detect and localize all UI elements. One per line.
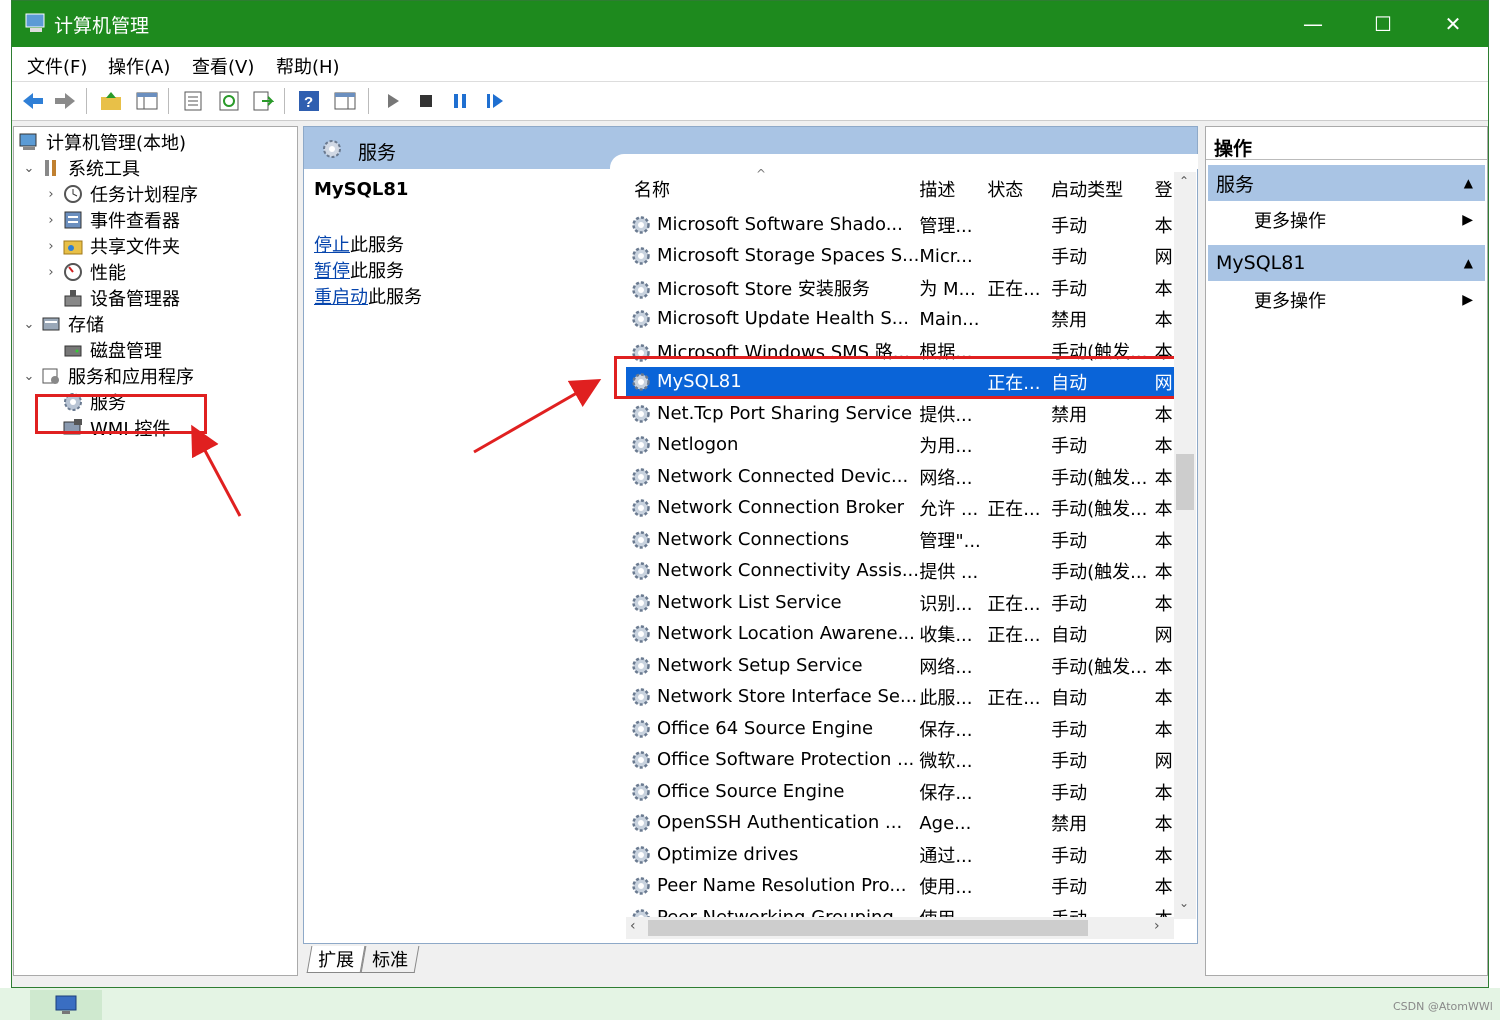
annotation-arrow-to-mysql xyxy=(473,379,602,454)
annotation-arrows xyxy=(191,379,602,517)
annotation-arrow-to-services xyxy=(191,424,242,517)
